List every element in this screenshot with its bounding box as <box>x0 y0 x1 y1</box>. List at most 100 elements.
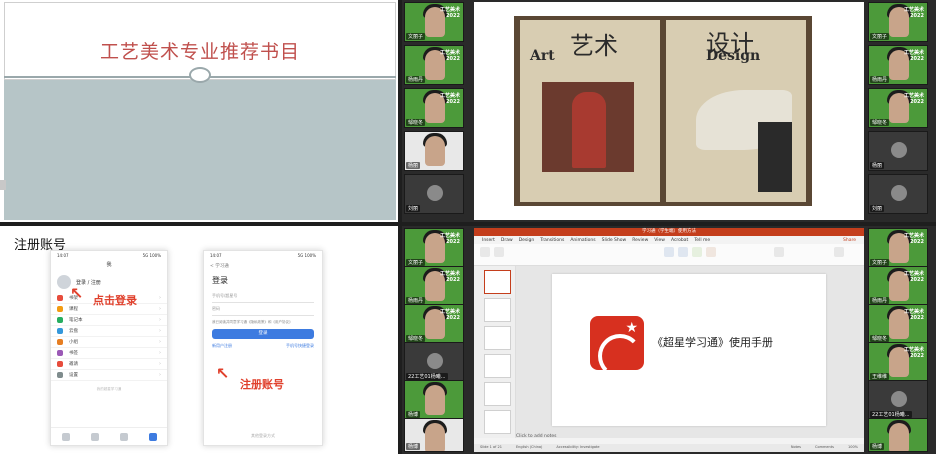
video-tile[interactable]: 工艺美术 2022 邹晓冬 <box>404 304 464 344</box>
avatar <box>427 185 443 201</box>
slide-panel-top-left: 工艺美术专业推荐书目 <box>0 0 398 222</box>
tell-me[interactable]: Tell me <box>694 238 710 243</box>
video-conference-top: 工艺美术 2022 文丽子 工艺美术 2022 杨雨丹 工艺美术 2022 邹晓冬 杨丽 刘… <box>402 0 936 222</box>
video-tile[interactable]: 工艺美术 2022 文丽子 <box>404 228 464 268</box>
chevron-right-icon: › <box>159 339 161 345</box>
video-tile[interactable]: 工艺美术 2022 邹晓冬 <box>868 88 928 128</box>
click-login-annotation: 点击登录 <box>93 294 137 307</box>
login-links: 新用户注册 手机号快捷登录 <box>212 343 314 349</box>
back-link[interactable]: < 学习通 <box>204 261 322 271</box>
phone-field[interactable]: 手机号/超星号 <box>212 293 314 303</box>
tab-transitions[interactable]: Transitions <box>540 238 564 243</box>
video-tile[interactable]: 工艺美术 2022 王维维 <box>868 342 928 382</box>
video-tile[interactable]: 22工艺01杨曦... <box>868 380 928 420</box>
tab-draw[interactable]: Draw <box>501 238 513 243</box>
current-slide[interactable]: ★ 《超星学习通》使用手册 <box>552 274 826 426</box>
settings-icon <box>57 372 63 378</box>
agreement-checkbox[interactable]: 我已阅读并同意学习通《隐私政策》和《用户协议》 <box>212 320 314 325</box>
video-tile[interactable]: 工艺美术 2022 文丽子 <box>404 2 464 42</box>
shared-screen-books: 艺术 Art 设计 Design <box>474 2 864 220</box>
menu-item-bookmark[interactable]: 书签 › <box>51 348 167 359</box>
tab-note-icon[interactable] <box>119 432 128 441</box>
video-tile[interactable]: 工艺美术 2022 文丽子 <box>868 228 928 268</box>
quick-login-link[interactable]: 手机号快捷登录 <box>286 343 314 349</box>
share-button[interactable]: Share <box>843 238 856 243</box>
invite-icon <box>57 361 63 367</box>
tab-me-icon[interactable] <box>148 432 157 441</box>
textbox-icon[interactable] <box>678 247 688 257</box>
tab-review[interactable]: Review <box>632 238 648 243</box>
tab-acrobat[interactable]: Acrobat <box>671 238 688 243</box>
slide-circle-ornament <box>189 67 211 83</box>
login-row[interactable]: 登录 / 注册 <box>51 271 167 293</box>
video-tile[interactable]: 工艺美术 2022 邹晓冬 <box>868 304 928 344</box>
tab-design[interactable]: Design <box>519 238 535 243</box>
tab-insert[interactable]: Insert <box>482 238 495 243</box>
video-tile[interactable]: 刘丽 <box>868 174 928 214</box>
tab-bar <box>51 427 167 445</box>
menu-item-invite[interactable]: 邀请 › <box>51 359 167 370</box>
painting-image <box>542 82 634 172</box>
bookmark-icon <box>57 350 63 356</box>
notebook-icon <box>57 317 63 323</box>
slide-thumbnail[interactable] <box>484 410 511 434</box>
menu-item-settings[interactable]: 设置 › <box>51 370 167 381</box>
slide-band <box>4 80 396 220</box>
slide-thumbnail[interactable] <box>484 270 511 294</box>
avatar <box>427 353 443 369</box>
tab-message-icon[interactable] <box>90 432 99 441</box>
slide-thumbnails <box>474 266 516 438</box>
login-button[interactable]: 登录 <box>212 329 314 339</box>
ppt-ribbon <box>474 244 864 266</box>
chevron-right-icon: › <box>159 295 161 301</box>
slide-thumbnail[interactable] <box>484 382 511 406</box>
chevron-right-icon: › <box>159 317 161 323</box>
book-photo: 艺术 Art 设计 Design <box>514 16 812 206</box>
video-tile[interactable]: 工艺美术 2022 邹晓冬 <box>404 88 464 128</box>
password-field[interactable]: 密码 <box>212 306 314 316</box>
video-tile[interactable]: 杨博 <box>404 418 464 452</box>
tab-view[interactable]: View <box>654 238 665 243</box>
menu-item-cloud[interactable]: 云盘 › <box>51 326 167 337</box>
phone-screenshot-login: 14:07 5G 100% < 学习通 登录 手机号/超星号 密码 我已阅读并同… <box>203 250 323 446</box>
slide-heading: 《超星学习通》使用手册 <box>652 336 773 349</box>
video-tile[interactable]: 工艺美术 2022 文丽子 <box>868 2 928 42</box>
chevron-right-icon: › <box>159 361 161 367</box>
styles-icon[interactable] <box>774 247 784 257</box>
arrange-icon[interactable] <box>706 247 716 257</box>
video-tile[interactable]: 工艺美术 2022 杨雨丹 <box>868 266 928 306</box>
profile-footer: 我的超星学习通 <box>96 387 122 391</box>
video-tile[interactable]: 杨丽 <box>404 131 464 171</box>
video-tile[interactable]: 22工艺01杨曦... <box>404 342 464 382</box>
image-icon[interactable] <box>692 247 702 257</box>
video-tile[interactable]: 工艺美术 2022 杨雨丹 <box>404 45 464 85</box>
menu-item-group[interactable]: 小组 › <box>51 337 167 348</box>
video-tile[interactable]: 工艺美术 2022 杨雨丹 <box>868 45 928 85</box>
slide-thumbnail[interactable] <box>484 298 511 322</box>
video-tile[interactable]: 杨博 <box>404 380 464 420</box>
chevron-right-icon: › <box>159 372 161 378</box>
layout-icon[interactable] <box>494 247 504 257</box>
tab-home-icon[interactable] <box>61 432 70 441</box>
chaoxing-logo-icon: ★ <box>590 316 644 370</box>
notes-placeholder[interactable]: Click to add notes <box>516 434 557 439</box>
tab-animations[interactable]: Animations <box>570 238 595 243</box>
create-pdf-icon[interactable] <box>834 247 844 257</box>
video-tile[interactable]: 杨丽 <box>868 131 928 171</box>
slide-thumbnail[interactable] <box>484 354 511 378</box>
new-slide-icon[interactable] <box>480 247 490 257</box>
avatar <box>891 142 907 158</box>
other-login-methods[interactable]: 其他登录方式 <box>204 433 322 439</box>
shapes-icon[interactable] <box>664 247 674 257</box>
powerpoint-window: 学习通（学生端）使用方法 Insert Draw Design Transiti… <box>474 228 864 452</box>
video-tile[interactable]: 刘丽 <box>404 174 464 214</box>
menu-item-notebook[interactable]: 笔记本 › <box>51 315 167 326</box>
video-tile[interactable]: 工艺美术 2022 杨雨丹 <box>404 266 464 306</box>
status-signal: 5G 100% <box>297 253 316 258</box>
video-tile[interactable]: 杨博 <box>868 418 928 452</box>
slide-thumbnail[interactable] <box>484 326 511 350</box>
cloud-icon <box>57 328 63 334</box>
bookshelf-icon <box>57 295 63 301</box>
tab-slide-show[interactable]: Slide Show <box>602 238 627 243</box>
register-link[interactable]: 新用户注册 <box>212 343 232 349</box>
